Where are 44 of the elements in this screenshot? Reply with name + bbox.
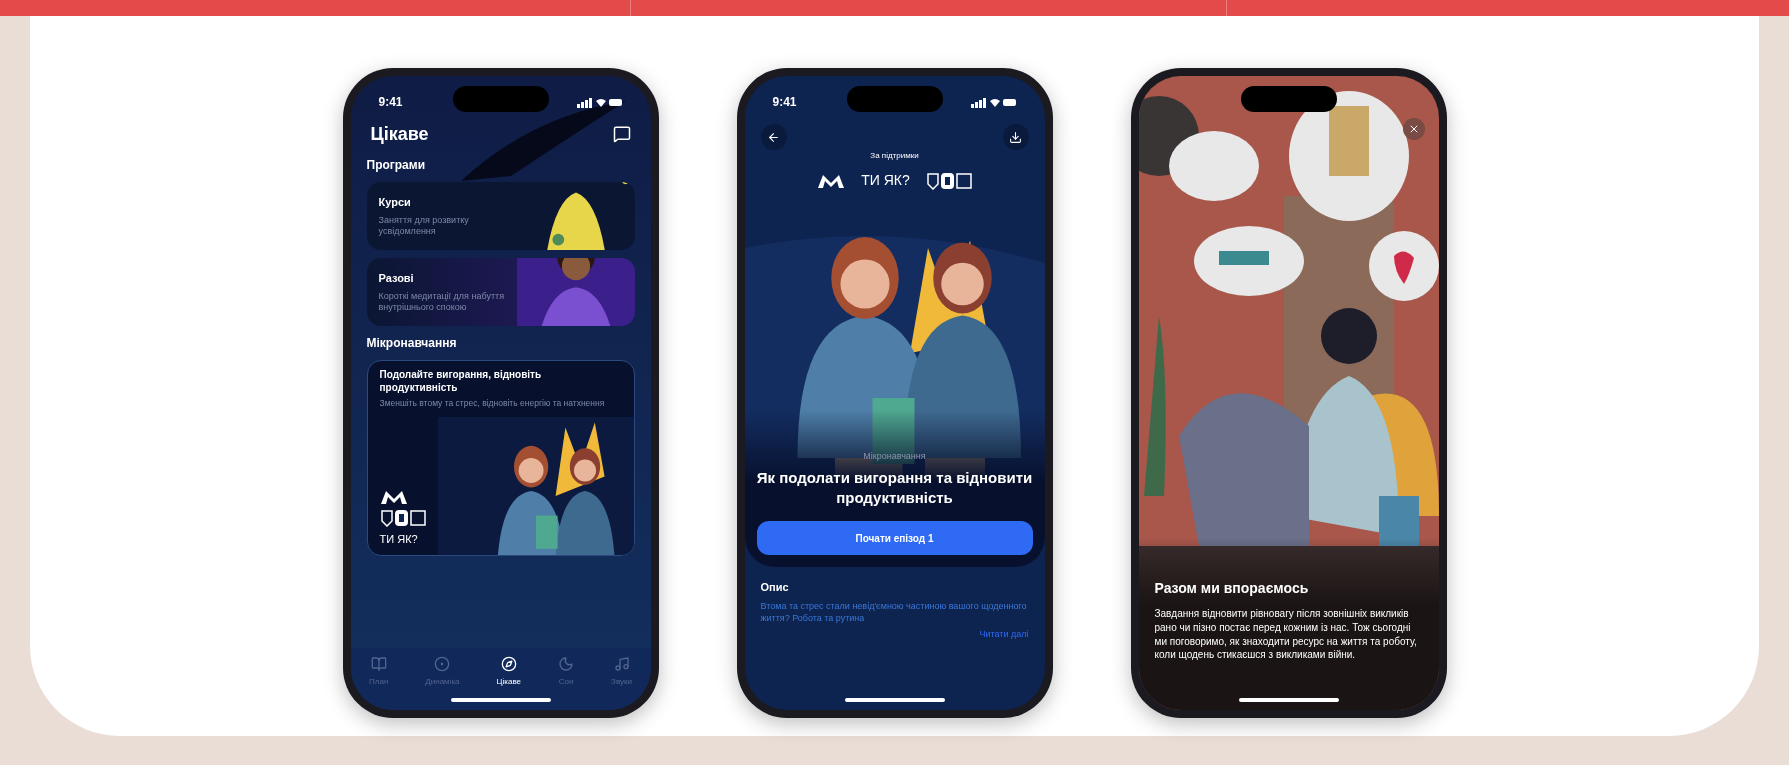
card-description: Короткі медитації для набуття внутрішнього спокою [378, 290, 505, 313]
tab[interactable]: Цікаве [496, 656, 521, 688]
support-label: За підтримки [870, 150, 919, 162]
book-icon [370, 656, 387, 672]
back-button[interactable] [760, 124, 787, 150]
category-label: Мікронавчання [863, 450, 926, 464]
feature-card[interactable]: Подолайте вигорання, відновіть продуктивність Зменшіть втому та стрес, відновіть енергію та натхнення ТИ ЯК? [366, 360, 635, 556]
music-note-icon [613, 656, 630, 672]
card-description: Заняття для розвитку усвідомлення [378, 214, 470, 237]
program-card[interactable]: Разові Короткі медитації для набуття внутрішнього спокою [366, 258, 635, 326]
section-heading: Мікронавчання [366, 335, 458, 352]
tab[interactable]: Звуки [611, 656, 632, 688]
signal-wifi-battery-icon [576, 96, 623, 108]
ministry-logo-icon [379, 488, 408, 505]
description-text: Втома та стрес стали невід'ємною частиною вашого щоденного життя? Робота та рутина [760, 599, 1028, 625]
card-title: Разові [378, 271, 415, 286]
read-more-link[interactable]: Читати далі [979, 628, 1029, 642]
start-episode-button[interactable]: Почати епізод 1 [756, 521, 1033, 555]
episode-title: Як подолати вигорання та відновити продуктивність [756, 467, 1033, 509]
screen-title: Цікаве [370, 122, 429, 146]
back-arrow-icon [767, 130, 780, 144]
story-text: Завдання відновити рівновагу після зовнішніх викликів рано чи пізно постає перед кожним із нас. Тож сьогодні ми поговоримо, як знаходити ресурс на життя та роботу, коли щодень стикаєшся з викликами війни. [1154, 607, 1418, 662]
circle-dot-icon [434, 656, 451, 672]
compass-icon [500, 656, 517, 672]
ministry-logo-icon [817, 172, 846, 189]
signal-wifi-battery-icon [970, 96, 1017, 108]
emblems-icon [925, 171, 972, 190]
card-title: Курси [378, 195, 412, 210]
moon-icon [558, 656, 575, 672]
tab[interactable]: Динаміка [425, 656, 460, 688]
download-button[interactable] [1002, 124, 1029, 150]
brand-logo: ТИ ЯК? [861, 171, 910, 190]
card-title: Подолайте вигорання, відновіть продуктивність [379, 369, 543, 394]
emblems-icon [379, 508, 426, 527]
story-title: Разом ми впораємось [1154, 579, 1310, 598]
brand-logo: ТИ ЯК? [379, 531, 419, 547]
program-card[interactable]: Курси Заняття для розвитку усвідомлення [366, 182, 635, 250]
status-time: 9:41 [772, 94, 797, 111]
chat-icon[interactable] [612, 125, 631, 143]
status-time: 9:41 [378, 94, 403, 111]
section-heading: Програми [366, 157, 427, 174]
download-icon [1009, 130, 1022, 144]
description-heading: Опис [760, 580, 790, 595]
card-description: Зменшіть втому та стрес, відновіть енергію та натхнення [379, 398, 606, 409]
